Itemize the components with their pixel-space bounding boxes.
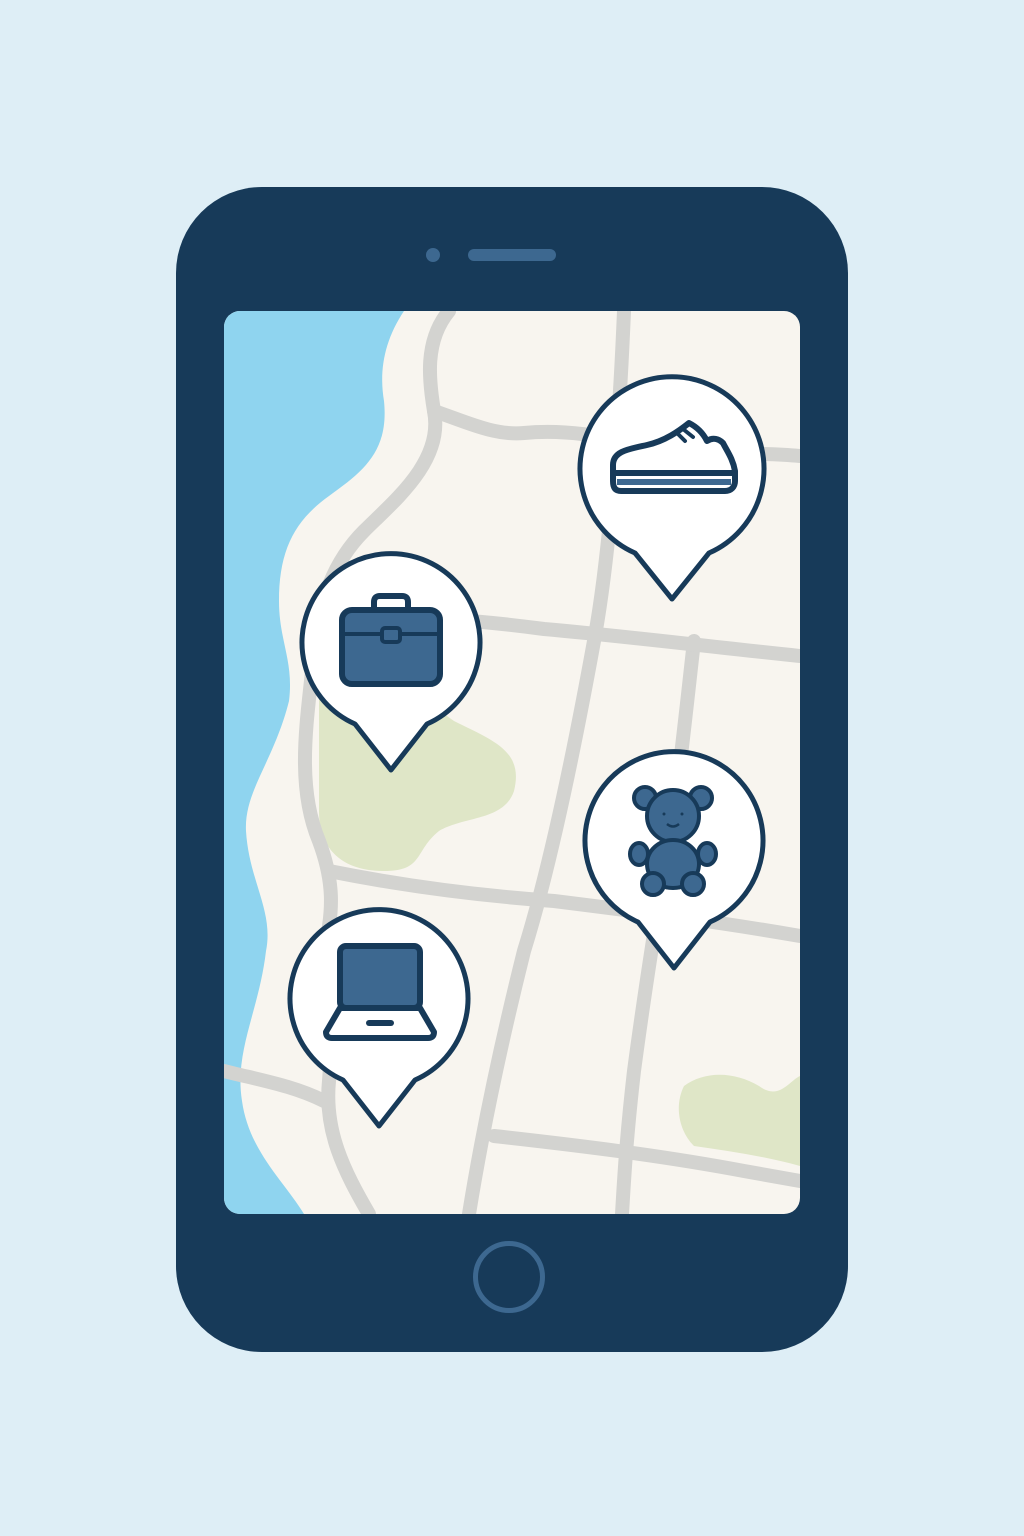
laptop-icon: [323, 943, 437, 1041]
home-button[interactable]: [473, 1241, 545, 1313]
map-screen[interactable]: [224, 311, 800, 1214]
map-pin-electronics-store[interactable]: [287, 902, 472, 1129]
map-pin-shoe-store[interactable]: [577, 371, 767, 603]
earpiece-speaker: [468, 249, 556, 261]
briefcase-icon: [339, 593, 443, 687]
front-camera: [426, 248, 440, 262]
map-pin-toy-store[interactable]: [582, 742, 767, 971]
map-park: [678, 1074, 800, 1166]
illustration-stage: [0, 0, 1024, 1536]
map-pin-bag-store[interactable]: [299, 546, 484, 773]
